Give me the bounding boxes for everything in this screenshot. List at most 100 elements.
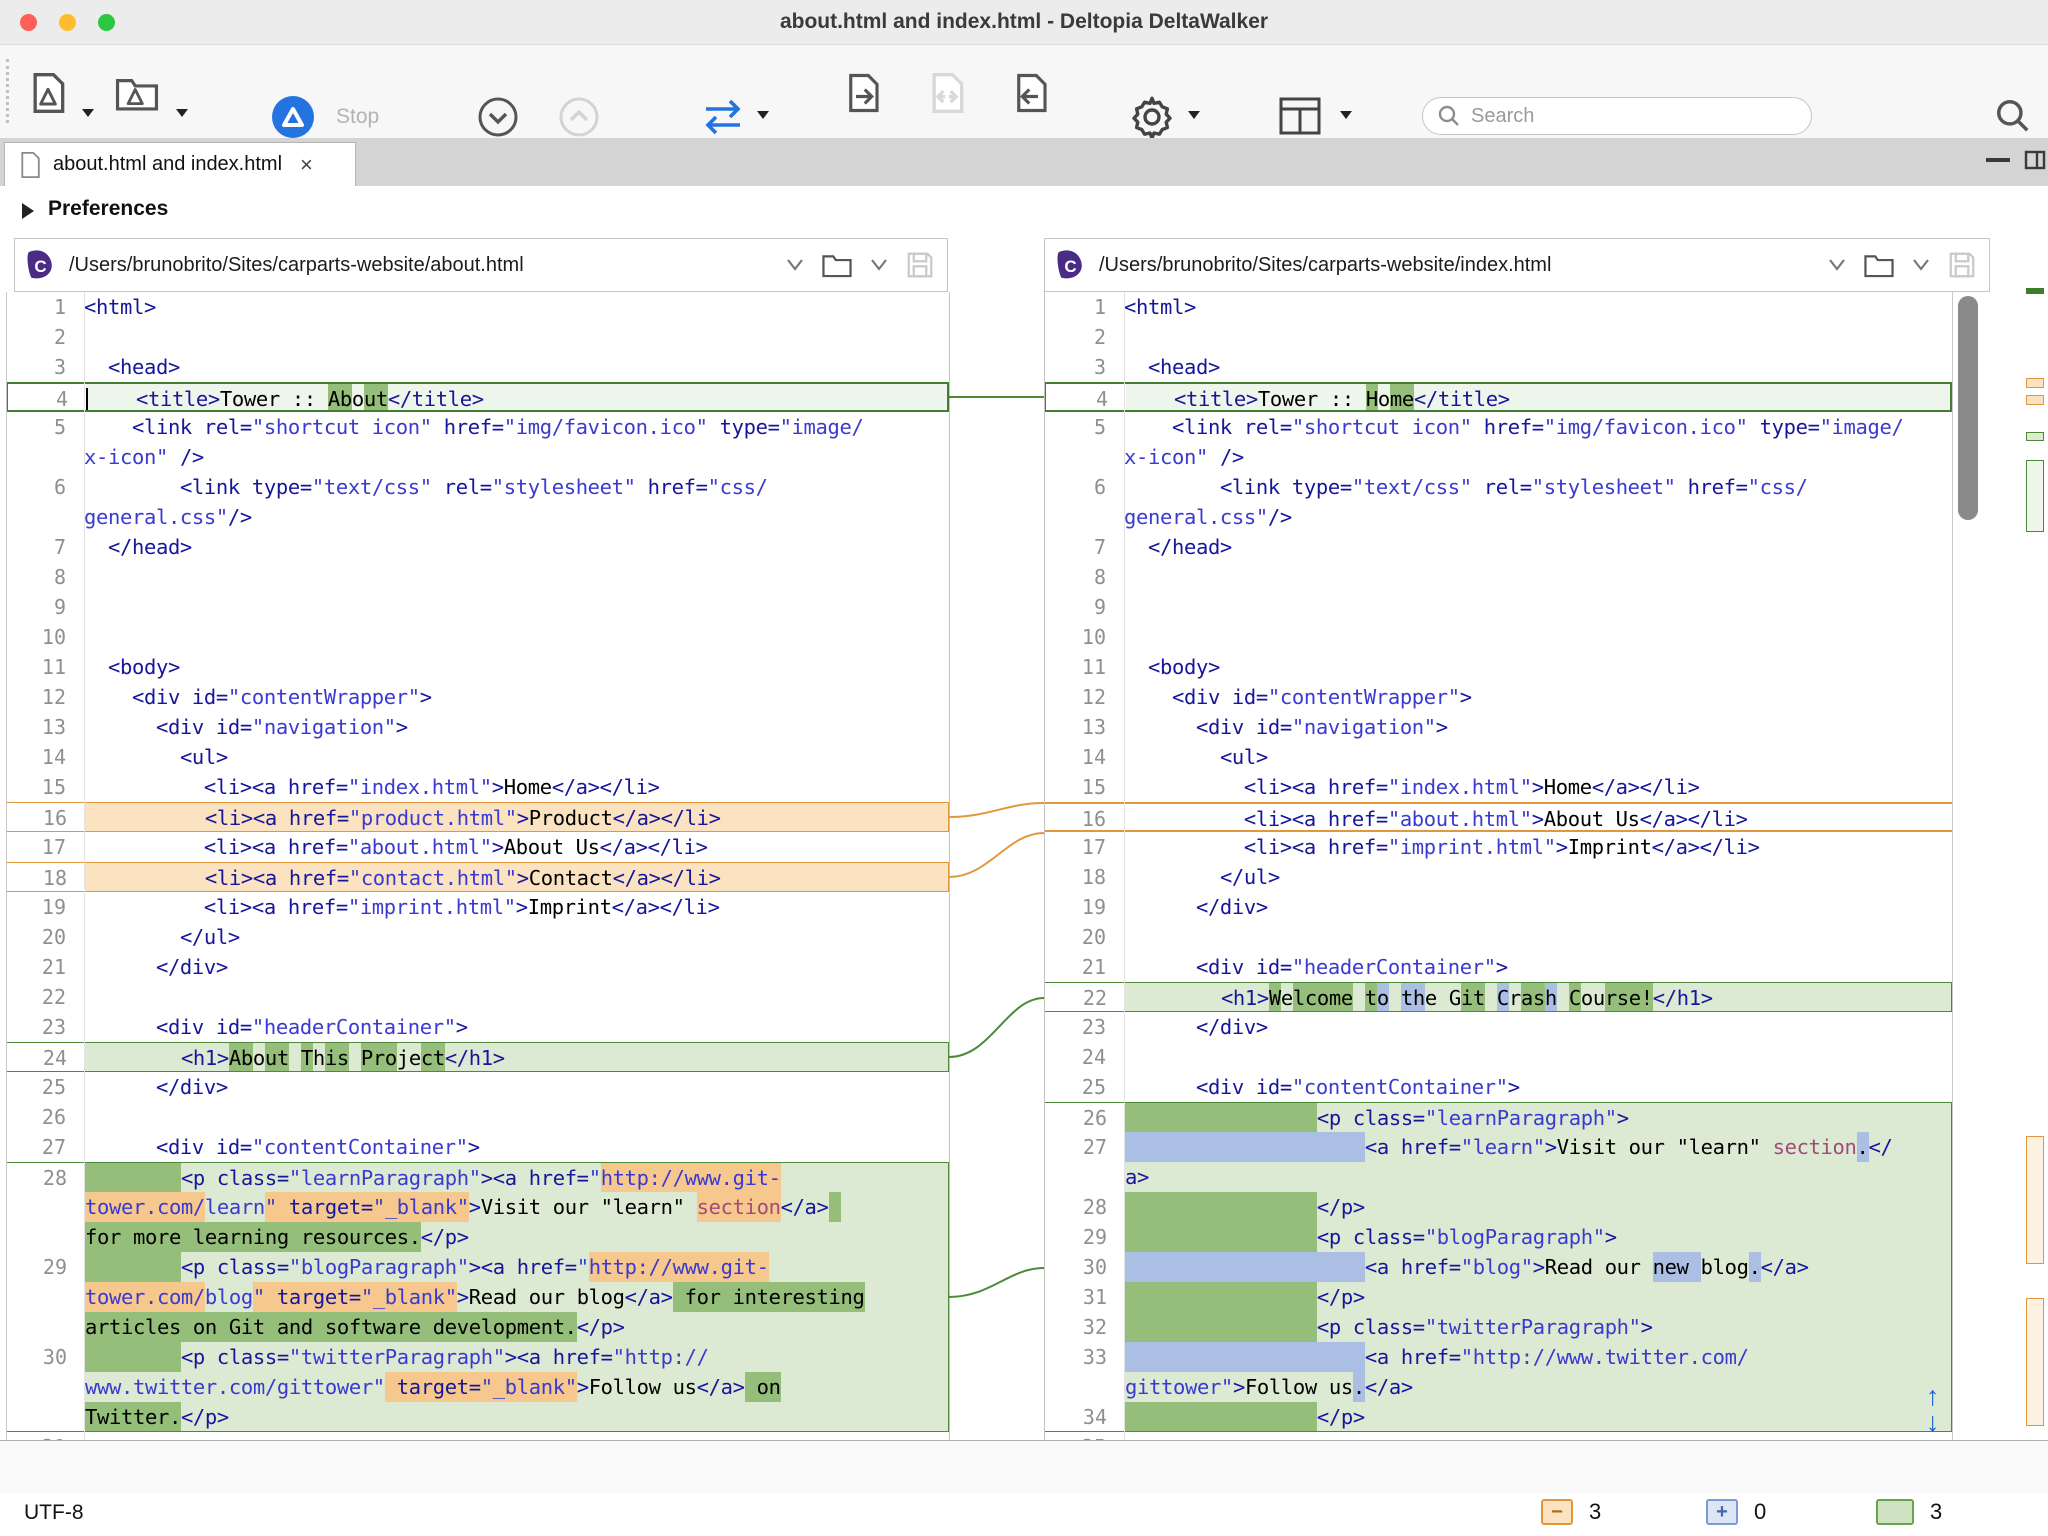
code-row[interactable]: 31 — [6, 1432, 949, 1440]
editor-minimize-icon[interactable] — [1986, 158, 2010, 162]
code-row[interactable]: articles on Git and software development… — [6, 1312, 949, 1342]
previous-change-button[interactable] — [558, 96, 600, 138]
code-row[interactable]: 9 — [6, 592, 949, 622]
left-code-pane[interactable]: 1<html>23 <head>4 <title>Tower :: About<… — [6, 292, 949, 1440]
code-row[interactable]: general.css"/> — [6, 502, 949, 532]
settings-menu-arrow[interactable] — [1188, 111, 1200, 119]
vertical-scrollbar[interactable] — [1958, 296, 1978, 520]
code-row[interactable]: 30 <a href="blog">Read our new blog.</a> — [1044, 1252, 1952, 1282]
code-row[interactable]: 20 </ul> — [6, 922, 949, 952]
code-row[interactable]: 18 <li><a href="contact.html">Contact</a… — [6, 862, 949, 892]
code-row[interactable]: 12 <div id="contentWrapper"> — [1044, 682, 1952, 712]
code-row[interactable]: 3 <head> — [1044, 352, 1952, 382]
merge-all-button[interactable] — [925, 71, 969, 115]
code-row[interactable]: 15 <li><a href="index.html">Home</a></li… — [6, 772, 949, 802]
path-dropdown-chevron-icon[interactable] — [783, 257, 807, 273]
right-file-path[interactable]: /Users/brunobrito/Sites/carparts-website… — [1099, 254, 1825, 277]
compare-folders-menu-arrow[interactable] — [176, 109, 188, 117]
code-row[interactable]: 16 <li><a href="about.html">About Us</a>… — [1044, 802, 1952, 832]
merge-right-button[interactable] — [842, 71, 884, 115]
code-row[interactable]: www.twitter.com/gittower" target="_blank… — [6, 1372, 949, 1402]
find-button[interactable] — [1994, 97, 2032, 135]
save-icon[interactable] — [905, 250, 935, 280]
code-row[interactable]: tower.com/blog" target="_blank">Read our… — [6, 1282, 949, 1312]
code-row[interactable]: 10 — [6, 622, 949, 652]
code-row[interactable]: 35 — [1044, 1432, 1952, 1440]
code-row[interactable]: 7 </head> — [1044, 532, 1952, 562]
code-row[interactable]: 14 <ul> — [6, 742, 949, 772]
code-row[interactable]: 10 — [1044, 622, 1952, 652]
go-next-arrow-icon[interactable]: ↓ — [1926, 1410, 1940, 1434]
code-row[interactable]: tower.com/learn" target="_blank">Visit o… — [6, 1192, 949, 1222]
code-row[interactable]: 27 <div id="contentContainer"> — [6, 1132, 949, 1162]
code-row[interactable]: 33 <a href="http://www.twitter.com/ — [1044, 1342, 1952, 1372]
diff-marker[interactable] — [2026, 378, 2044, 388]
code-row[interactable]: 28 <p class="learnParagraph"><a href="ht… — [6, 1162, 949, 1192]
code-row[interactable]: 28 </p> — [1044, 1192, 1952, 1222]
code-row[interactable]: 12 <div id="contentWrapper"> — [6, 682, 949, 712]
tab-about-and-index[interactable]: about.html and index.html × — [4, 142, 356, 186]
code-row[interactable]: 25 <div id="contentContainer"> — [1044, 1072, 1952, 1102]
right-code-pane[interactable]: 1<html>23 <head>4 <title>Tower :: Home</… — [1044, 292, 1952, 1440]
code-row[interactable]: 17 <li><a href="about.html">About Us</a>… — [6, 832, 949, 862]
code-row[interactable]: 21 <div id="headerContainer"> — [1044, 952, 1952, 982]
next-change-button[interactable] — [477, 96, 519, 138]
code-row[interactable]: 25 </div> — [6, 1072, 949, 1102]
code-row[interactable]: 11 <body> — [6, 652, 949, 682]
code-row[interactable]: 7 </head> — [6, 532, 949, 562]
search-input[interactable]: Search — [1422, 97, 1812, 135]
code-row[interactable]: 13 <div id="navigation"> — [1044, 712, 1952, 742]
code-row[interactable]: gittower">Follow us.</a> — [1044, 1372, 1952, 1402]
code-row[interactable]: 32 <p class="twitterParagraph"> — [1044, 1312, 1952, 1342]
compare-files-menu-arrow[interactable] — [82, 109, 94, 117]
code-row[interactable]: 3 <head> — [6, 352, 949, 382]
code-row[interactable]: 17 <li><a href="imprint.html">Imprint</a… — [1044, 832, 1952, 862]
code-row[interactable]: 27 <a href="learn">Visit our "learn" sec… — [1044, 1132, 1952, 1162]
code-row[interactable]: 4 <title>Tower :: Home</title> — [1044, 382, 1952, 412]
code-row[interactable]: 16 <li><a href="product.html">Product</a… — [6, 802, 949, 832]
code-row[interactable]: 8 — [1044, 562, 1952, 592]
code-row[interactable]: 13 <div id="navigation"> — [6, 712, 949, 742]
deltawalker-logo-icon[interactable] — [272, 96, 314, 138]
code-row[interactable]: 22 <h1>Welcome to the Git Crash Course!<… — [1044, 982, 1952, 1012]
editor-maximize-icon[interactable] — [2024, 150, 2046, 175]
code-row[interactable]: for more learning resources.</p> — [6, 1222, 949, 1252]
code-row[interactable]: 23 <div id="headerContainer"> — [6, 1012, 949, 1042]
code-row[interactable]: 24 <h1>About This Project</h1> — [6, 1042, 949, 1072]
code-row[interactable]: 31 </p> — [1044, 1282, 1952, 1312]
code-row[interactable]: 21 </div> — [6, 952, 949, 982]
merge-left-button[interactable] — [1010, 71, 1052, 115]
code-row[interactable]: general.css"/> — [1044, 502, 1952, 532]
code-row[interactable]: 26 <p class="learnParagraph"> — [1044, 1102, 1952, 1132]
save-icon[interactable] — [1947, 250, 1977, 280]
code-row[interactable]: x-icon" /> — [1044, 442, 1952, 472]
browse-folder-icon[interactable] — [1863, 251, 1895, 279]
diff-marker[interactable] — [2026, 395, 2044, 405]
browse-folder-icon[interactable] — [821, 251, 853, 279]
preferences-label[interactable]: Preferences — [48, 197, 168, 221]
code-row[interactable]: 22 — [6, 982, 949, 1012]
diff-marker[interactable] — [2026, 1298, 2044, 1426]
code-row[interactable]: 1<html> — [6, 292, 949, 322]
code-row[interactable]: 19 <li><a href="imprint.html">Imprint</a… — [6, 892, 949, 922]
disclosure-triangle-icon[interactable] — [22, 203, 34, 219]
code-row[interactable]: 30 <p class="twitterParagraph"><a href="… — [6, 1342, 949, 1372]
code-row[interactable]: 29 <p class="blogParagraph"><a href="htt… — [6, 1252, 949, 1282]
code-row[interactable]: 9 — [1044, 592, 1952, 622]
code-row[interactable]: 5 <link rel="shortcut icon" href="img/fa… — [1044, 412, 1952, 442]
code-row[interactable]: 23 </div> — [1044, 1012, 1952, 1042]
code-row[interactable]: a> — [1044, 1162, 1952, 1192]
diff-marker[interactable] — [2026, 288, 2044, 294]
code-row[interactable]: 2 — [1044, 322, 1952, 352]
code-row[interactable]: 34 </p> — [1044, 1402, 1952, 1432]
refresh-compare-button[interactable] — [700, 96, 746, 138]
code-row[interactable]: 4 <title>Tower :: About</title> — [6, 382, 949, 412]
diff-marker[interactable] — [2026, 1136, 2044, 1264]
code-row[interactable]: 18 </ul> — [1044, 862, 1952, 892]
code-row[interactable]: 15 <li><a href="index.html">Home</a></li… — [1044, 772, 1952, 802]
layout-menu-arrow[interactable] — [1340, 111, 1352, 119]
code-row[interactable]: 19 </div> — [1044, 892, 1952, 922]
code-row[interactable]: 2 — [6, 322, 949, 352]
code-row[interactable]: 1<html> — [1044, 292, 1952, 322]
settings-button[interactable] — [1128, 93, 1176, 141]
